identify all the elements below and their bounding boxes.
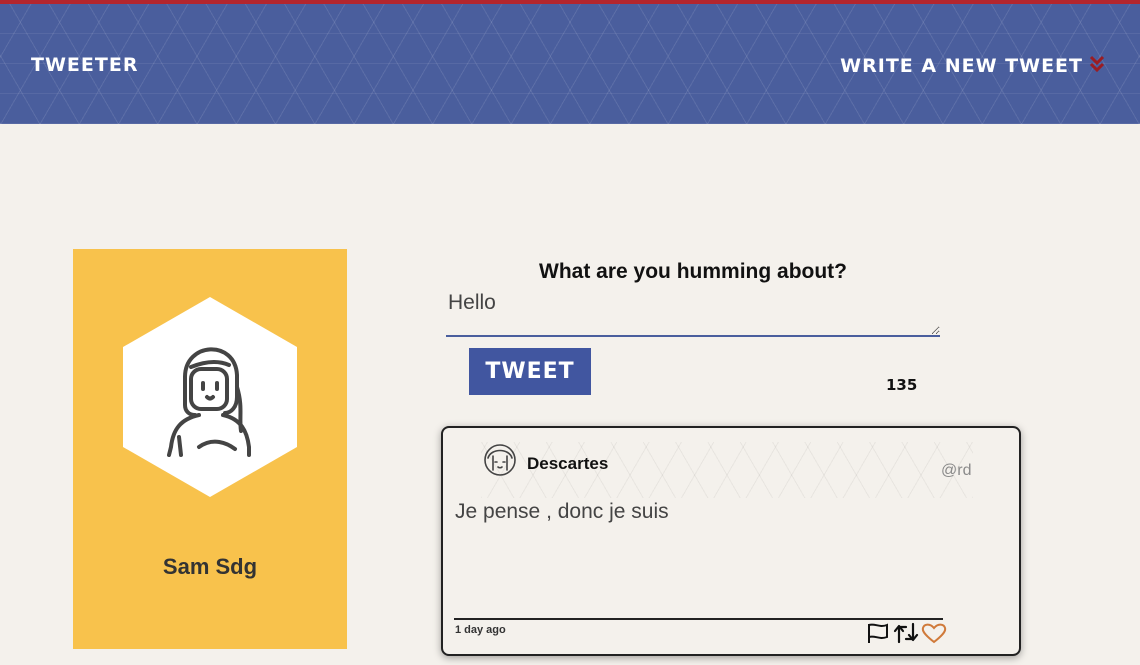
person-avatar-icon [123,297,297,497]
tweet-actions [865,620,947,646]
tweet-button[interactable]: TWEET [469,348,591,395]
tweet-author-avatar-icon [483,442,517,478]
profile-card: Sam Sdg [73,249,347,649]
tweet-author-name[interactable]: Descartes [527,454,608,474]
heart-icon[interactable] [921,620,947,646]
tweet-body-text: Je pense , donc je suis [455,500,669,523]
character-counter: 135 [886,376,918,394]
compose-title: What are you humming about? [539,260,847,283]
tweet-timestamp: 1 day ago [455,624,506,636]
flag-icon[interactable] [865,620,891,646]
tweet-author-handle: @rd [941,462,972,479]
write-new-tweet-label: WRITE A NEW TWEET [840,55,1083,77]
brand-logo[interactable]: TWEETER [31,54,138,76]
avatar [123,297,297,497]
tweet-card: Descartes @rd Je pense , donc je suis 1 … [441,426,1021,656]
tweet-compose-input[interactable] [446,287,940,337]
write-new-tweet-link[interactable]: WRITE A NEW TWEET [840,55,1105,77]
profile-name: Sam Sdg [162,554,258,579]
top-navigation: TWEETER WRITE A NEW TWEET [0,4,1140,124]
retweet-icon[interactable] [893,620,919,646]
double-chevron-down-icon [1089,55,1105,77]
